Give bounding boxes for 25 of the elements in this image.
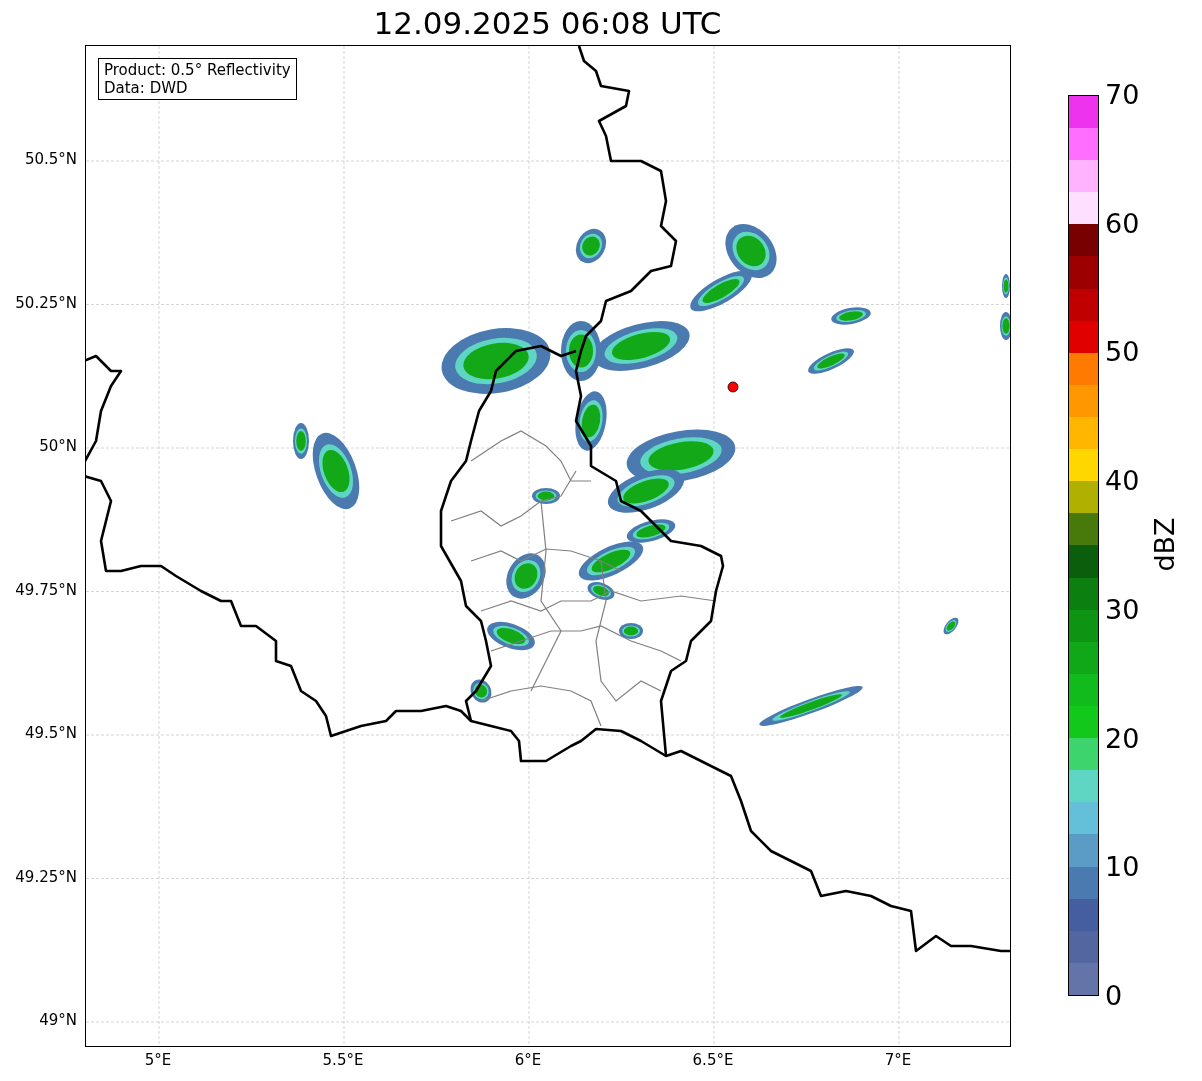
- info-text: Data: DWD: [104, 79, 189, 97]
- latitude-label: 49.5°N: [24, 726, 77, 741]
- latitude-label: 50.25°N: [15, 295, 77, 311]
- colorbar-tick-label: 50: [1105, 338, 1140, 366]
- longitude-label: 5°E: [144, 1053, 172, 1068]
- longitude-label: 7°E: [884, 1053, 912, 1068]
- latitude-label: 49.25°N: [15, 869, 77, 885]
- colorbar-tick-label: 0: [1105, 982, 1123, 1009]
- colorbar-tick-label: 60: [1105, 209, 1140, 237]
- chart-title: 12.09.2025 06:08 UTC: [373, 8, 722, 39]
- colorbar-tick-label: 30: [1105, 595, 1140, 623]
- latitude-label: 50°N: [39, 439, 77, 454]
- latitude-label: 49.75°N: [15, 582, 77, 598]
- info-text: Product: 0.5° Reflectivity: [104, 61, 291, 79]
- colorbar-tick-label: 40: [1105, 467, 1140, 495]
- latitude-label: 50.5°N: [24, 152, 77, 167]
- longitude-label: 6°E: [514, 1053, 542, 1068]
- latitude-label: 49°N: [39, 1013, 77, 1028]
- colorbar-tick-label: 10: [1105, 853, 1140, 881]
- location-marker: [727, 381, 739, 393]
- colorbar-tick-label: 20: [1105, 724, 1140, 752]
- colorbar-tick-label: 70: [1105, 81, 1140, 108]
- colorbar-label: dBZ: [1150, 517, 1178, 572]
- longitude-label: 6.5°E: [692, 1053, 734, 1068]
- longitude-label: 5.5°E: [322, 1053, 364, 1068]
